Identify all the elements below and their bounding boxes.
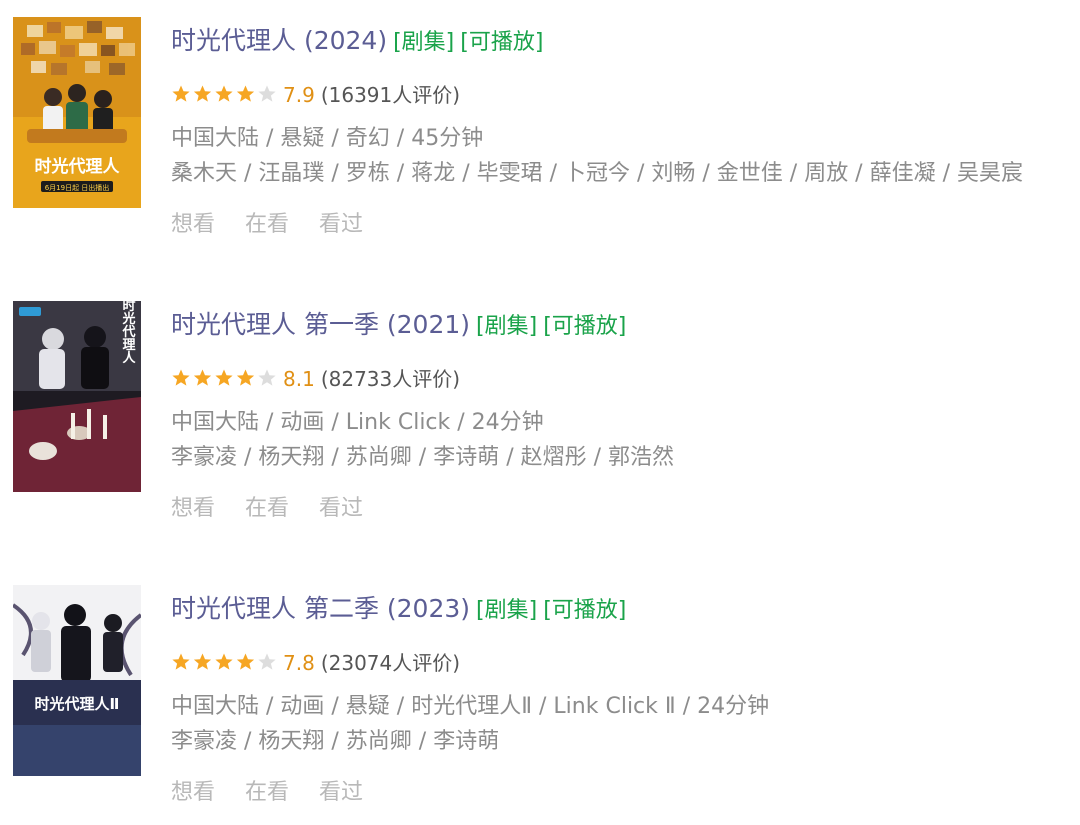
poster-art-1: 时光代理人 6月19日起 日出播出: [13, 17, 141, 208]
star-filled-icon: [215, 653, 233, 670]
rating-score: 7.8: [283, 651, 315, 675]
star-filled-icon: [172, 85, 190, 102]
star-empty-icon: [258, 369, 276, 386]
want-to-watch-button[interactable]: 想看: [171, 494, 215, 524]
poster-image[interactable]: 时光代理人: [13, 301, 141, 492]
poster-title-text: 时光代理人Ⅱ: [35, 695, 120, 713]
poster-title-text: 时光代理人: [120, 301, 137, 364]
watched-button[interactable]: 看过: [319, 210, 363, 240]
tag-type[interactable]: [剧集]: [476, 598, 537, 623]
star-filled-icon: [193, 85, 212, 102]
star-rating: [171, 84, 279, 104]
tag-type[interactable]: [剧集]: [476, 314, 537, 339]
title-row: 时光代理人 (2024) [剧集] [可播放]: [171, 22, 543, 62]
poster-art-2: 时光代理人: [13, 301, 141, 492]
tag-playable[interactable]: [可播放]: [543, 598, 626, 623]
poster-title-text: 时光代理人: [35, 156, 121, 177]
tag-type[interactable]: [剧集]: [393, 30, 454, 55]
rating-count: (16391人评价): [320, 83, 461, 107]
rating-score: 8.1: [283, 367, 315, 391]
want-to-watch-button[interactable]: 想看: [171, 210, 215, 240]
star-filled-icon: [172, 369, 190, 386]
watched-button[interactable]: 看过: [319, 778, 363, 808]
search-result-list: 时光代理人 6月19日起 日出播出 时光代理人 (2024) [剧集] [可播放] …: [0, 0, 1080, 825]
poster-art-3: 时光代理人Ⅱ: [13, 585, 141, 776]
watching-button[interactable]: 在看: [245, 778, 289, 808]
poster-image[interactable]: 时光代理人Ⅱ: [13, 585, 141, 776]
rating-row: 7.9 (16391人评价): [171, 80, 460, 110]
star-rating: [171, 368, 279, 388]
star-filled-icon: [215, 369, 233, 386]
star-empty-icon: [258, 653, 276, 670]
watched-button[interactable]: 看过: [319, 494, 363, 524]
meta-info: 中国大陆 / 悬疑 / 奇幻 / 45分钟: [171, 126, 484, 151]
want-to-watch-button[interactable]: 想看: [171, 778, 215, 808]
rating-row: 7.8 (23074人评价): [171, 648, 460, 678]
poster-date-text: 6月19日起 日出播出: [45, 183, 110, 192]
title-row: 时光代理人 第二季 (2023) [剧集] [可播放]: [171, 590, 626, 630]
star-rating: [171, 652, 279, 672]
cast-list: 桑木天 / 汪晶璞 / 罗栋 / 蒋龙 / 毕雯珺 / 卜冠今 / 刘畅 / 金…: [171, 161, 1023, 186]
star-filled-icon: [236, 653, 255, 670]
tag-playable[interactable]: [可播放]: [543, 314, 626, 339]
star-filled-icon: [193, 369, 212, 386]
watching-button[interactable]: 在看: [245, 494, 289, 524]
watching-button[interactable]: 在看: [245, 210, 289, 240]
star-filled-icon: [236, 85, 255, 102]
star-filled-icon: [215, 85, 233, 102]
action-links: 想看 在看 看过: [171, 210, 393, 240]
rating-count: (82733人评价): [320, 367, 461, 391]
title-row: 时光代理人 第一季 (2021) [剧集] [可播放]: [171, 306, 626, 346]
action-links: 想看 在看 看过: [171, 778, 393, 808]
title-link[interactable]: 时光代理人 第一季 (2021): [171, 310, 470, 339]
title-link[interactable]: 时光代理人 第二季 (2023): [171, 594, 470, 623]
rating-score: 7.9: [283, 83, 315, 107]
meta-info: 中国大陆 / 动画 / 悬疑 / 时光代理人Ⅱ / Link Click Ⅱ /…: [171, 694, 770, 719]
star-filled-icon: [193, 653, 212, 670]
tag-playable[interactable]: [可播放]: [460, 30, 543, 55]
star-empty-icon: [258, 85, 276, 102]
rating-count: (23074人评价): [320, 651, 461, 675]
cast-list: 李豪凌 / 杨天翔 / 苏尚卿 / 李诗萌: [171, 729, 500, 754]
star-filled-icon: [236, 369, 255, 386]
star-filled-icon: [172, 653, 190, 670]
action-links: 想看 在看 看过: [171, 494, 393, 524]
rating-row: 8.1 (82733人评价): [171, 364, 460, 394]
title-link[interactable]: 时光代理人 (2024): [171, 26, 387, 55]
cast-list: 李豪凌 / 杨天翔 / 苏尚卿 / 李诗萌 / 赵熠彤 / 郭浩然: [171, 445, 674, 470]
poster-image[interactable]: 时光代理人 6月19日起 日出播出: [13, 17, 141, 208]
meta-info: 中国大陆 / 动画 / Link Click / 24分钟: [171, 410, 544, 435]
